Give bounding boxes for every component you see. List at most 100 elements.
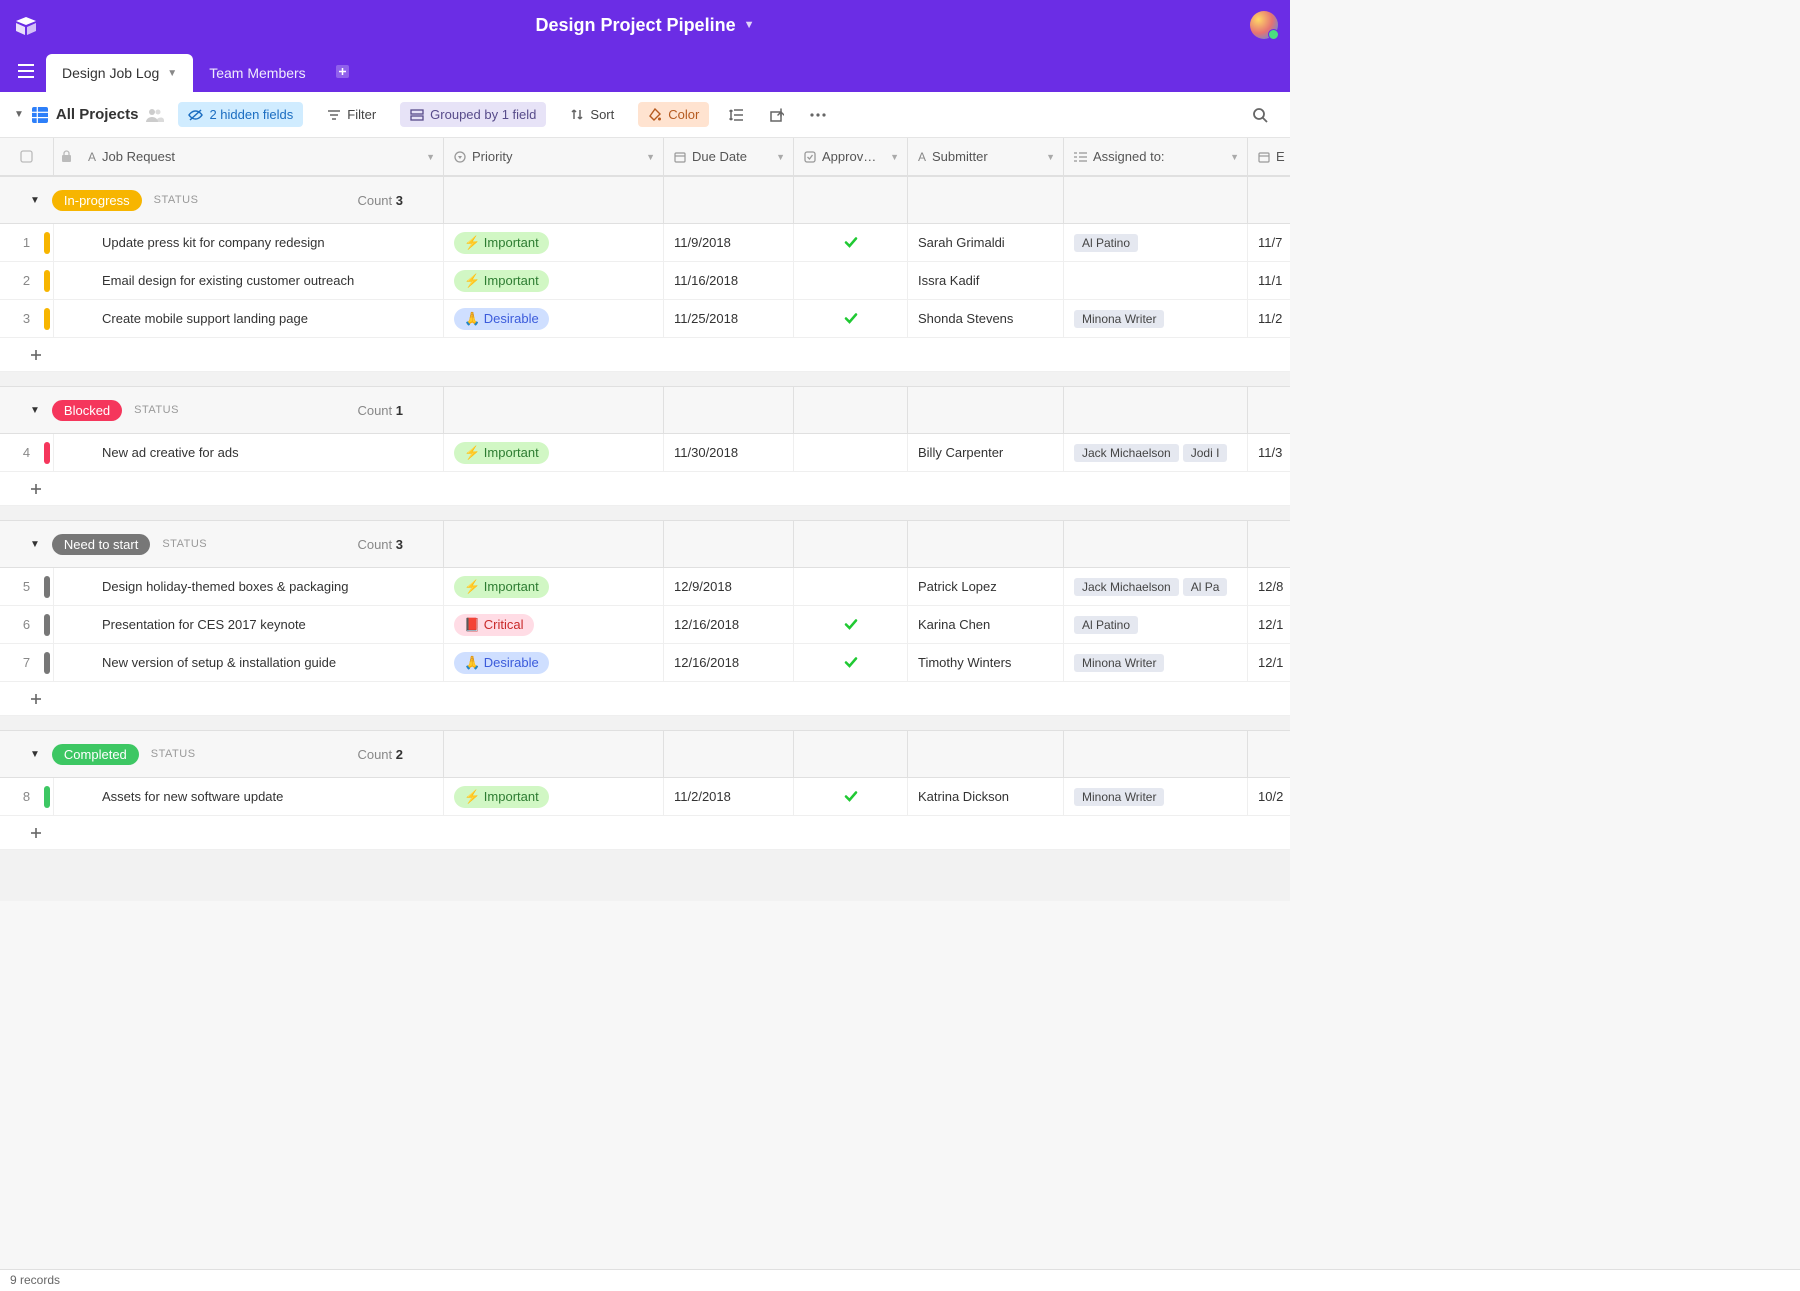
table-row[interactable]: 4New ad creative for ads⚡ Important11/30… xyxy=(0,434,1290,472)
row-number[interactable]: 8 xyxy=(0,778,54,815)
cell-due-date[interactable]: 11/2/2018 xyxy=(664,778,794,815)
cell-submitter[interactable]: Timothy Winters xyxy=(908,644,1064,681)
cell-assigned[interactable]: Jack MichaelsonAl Pa xyxy=(1064,568,1248,605)
avatar[interactable] xyxy=(1250,11,1278,39)
cell-submitter[interactable]: Karina Chen xyxy=(908,606,1064,643)
cell-due-date[interactable]: 12/9/2018 xyxy=(664,568,794,605)
column-submitter[interactable]: A Submitter ▼ xyxy=(908,138,1064,175)
table-row[interactable]: 5Design holiday-themed boxes & packaging… xyxy=(0,568,1290,606)
cell-assigned[interactable] xyxy=(1064,262,1248,299)
cell-submitter[interactable]: Sarah Grimaldi xyxy=(908,224,1064,261)
cell-est[interactable]: 11/7 xyxy=(1248,224,1290,261)
cell-approved[interactable] xyxy=(794,434,908,471)
table-row[interactable]: 1Update press kit for company redesign⚡ … xyxy=(0,224,1290,262)
table-row[interactable]: 8Assets for new software update⚡ Importa… xyxy=(0,778,1290,816)
filter-button[interactable]: Filter xyxy=(317,102,386,127)
cell-est[interactable]: 10/2 xyxy=(1248,778,1290,815)
assignee-chip[interactable]: Minona Writer xyxy=(1074,310,1164,328)
row-number[interactable]: 1 xyxy=(0,224,54,261)
cell-job-request[interactable]: New version of setup & installation guid… xyxy=(54,644,444,681)
collapse-icon[interactable]: ▼ xyxy=(30,195,40,206)
cell-priority[interactable]: 📕 Critical xyxy=(444,606,664,643)
assignee-chip[interactable]: Jodi I xyxy=(1183,444,1228,462)
cell-job-request[interactable]: Design holiday-themed boxes & packaging xyxy=(54,568,444,605)
view-collapse-icon[interactable]: ▼ xyxy=(14,109,24,120)
add-table-button[interactable] xyxy=(322,65,363,78)
sidebar-toggle-icon[interactable] xyxy=(12,54,46,88)
cell-job-request[interactable]: Presentation for CES 2017 keynote xyxy=(54,606,444,643)
sort-button[interactable]: Sort xyxy=(560,102,624,127)
column-est[interactable]: E xyxy=(1248,138,1290,175)
row-number[interactable]: 3 xyxy=(0,300,54,337)
cell-est[interactable]: 11/1 xyxy=(1248,262,1290,299)
column-priority[interactable]: Priority ▼ xyxy=(444,138,664,175)
cell-submitter[interactable]: Patrick Lopez xyxy=(908,568,1064,605)
row-number[interactable]: 2 xyxy=(0,262,54,299)
row-number[interactable]: 4 xyxy=(0,434,54,471)
cell-submitter[interactable]: Shonda Stevens xyxy=(908,300,1064,337)
group-button[interactable]: Grouped by 1 field xyxy=(400,102,546,127)
workspace-title[interactable]: Design Project Pipeline ▼ xyxy=(536,15,755,36)
cell-submitter[interactable]: Billy Carpenter xyxy=(908,434,1064,471)
assignee-chip[interactable]: Al Patino xyxy=(1074,234,1138,252)
cell-due-date[interactable]: 12/16/2018 xyxy=(664,606,794,643)
row-number[interactable]: 5 xyxy=(0,568,54,605)
group-header[interactable]: ▼CompletedSTATUSCount 2 xyxy=(0,730,1290,778)
collapse-icon[interactable]: ▼ xyxy=(30,405,40,416)
cell-approved[interactable] xyxy=(794,300,908,337)
cell-priority[interactable]: ⚡ Important xyxy=(444,778,664,815)
group-header[interactable]: ▼BlockedSTATUSCount 1 xyxy=(0,386,1290,434)
group-header[interactable]: ▼In-progressSTATUSCount 3 xyxy=(0,176,1290,224)
color-button[interactable]: Color xyxy=(638,102,709,127)
cell-assigned[interactable]: Minona Writer xyxy=(1064,300,1248,337)
chevron-down-icon[interactable]: ▼ xyxy=(890,152,899,162)
select-all-checkbox[interactable] xyxy=(0,138,54,175)
more-options-button[interactable] xyxy=(804,107,832,123)
cell-job-request[interactable]: Email design for existing customer outre… xyxy=(54,262,444,299)
assignee-chip[interactable]: Al Patino xyxy=(1074,616,1138,634)
assignee-chip[interactable]: Al Pa xyxy=(1183,578,1228,596)
column-assigned[interactable]: Assigned to: ▼ xyxy=(1064,138,1248,175)
cell-est[interactable]: 12/1 xyxy=(1248,644,1290,681)
cell-assigned[interactable]: Al Patino xyxy=(1064,606,1248,643)
cell-due-date[interactable]: 11/30/2018 xyxy=(664,434,794,471)
cell-job-request[interactable]: Create mobile support landing page xyxy=(54,300,444,337)
cell-approved[interactable] xyxy=(794,606,908,643)
assignee-chip[interactable]: Jack Michaelson xyxy=(1074,578,1179,596)
cell-priority[interactable]: ⚡ Important xyxy=(444,262,664,299)
row-height-button[interactable] xyxy=(723,102,750,128)
add-row-button[interactable] xyxy=(0,338,1290,372)
cell-priority[interactable]: ⚡ Important xyxy=(444,224,664,261)
cell-job-request[interactable]: New ad creative for ads xyxy=(54,434,444,471)
chevron-down-icon[interactable]: ▼ xyxy=(776,152,785,162)
cell-priority[interactable]: ⚡ Important xyxy=(444,434,664,471)
cell-due-date[interactable]: 11/25/2018 xyxy=(664,300,794,337)
row-number[interactable]: 6 xyxy=(0,606,54,643)
cell-approved[interactable] xyxy=(794,224,908,261)
collapse-icon[interactable]: ▼ xyxy=(30,749,40,760)
cell-assigned[interactable]: Al Patino xyxy=(1064,224,1248,261)
tab-team-members[interactable]: Team Members xyxy=(193,54,321,92)
chevron-down-icon[interactable]: ▼ xyxy=(1046,152,1055,162)
cell-due-date[interactable]: 11/16/2018 xyxy=(664,262,794,299)
cell-priority[interactable]: 🙏 Desirable xyxy=(444,300,664,337)
cell-est[interactable]: 11/3 xyxy=(1248,434,1290,471)
view-name[interactable]: All Projects xyxy=(56,106,139,123)
cell-approved[interactable] xyxy=(794,262,908,299)
cell-priority[interactable]: ⚡ Important xyxy=(444,568,664,605)
table-row[interactable]: 3Create mobile support landing page🙏 Des… xyxy=(0,300,1290,338)
cell-priority[interactable]: 🙏 Desirable xyxy=(444,644,664,681)
cell-submitter[interactable]: Issra Kadif xyxy=(908,262,1064,299)
cell-submitter[interactable]: Katrina Dickson xyxy=(908,778,1064,815)
cell-assigned[interactable]: Minona Writer xyxy=(1064,644,1248,681)
group-header[interactable]: ▼Need to startSTATUSCount 3 xyxy=(0,520,1290,568)
assignee-chip[interactable]: Minona Writer xyxy=(1074,654,1164,672)
chevron-down-icon[interactable]: ▼ xyxy=(1230,152,1239,162)
assignee-chip[interactable]: Minona Writer xyxy=(1074,788,1164,806)
column-job-request[interactable]: A Job Request ▼ xyxy=(78,138,444,175)
cell-approved[interactable] xyxy=(794,568,908,605)
chevron-down-icon[interactable]: ▼ xyxy=(646,152,655,162)
cell-est[interactable]: 12/8 xyxy=(1248,568,1290,605)
add-row-button[interactable] xyxy=(0,816,1290,850)
column-due-date[interactable]: Due Date ▼ xyxy=(664,138,794,175)
